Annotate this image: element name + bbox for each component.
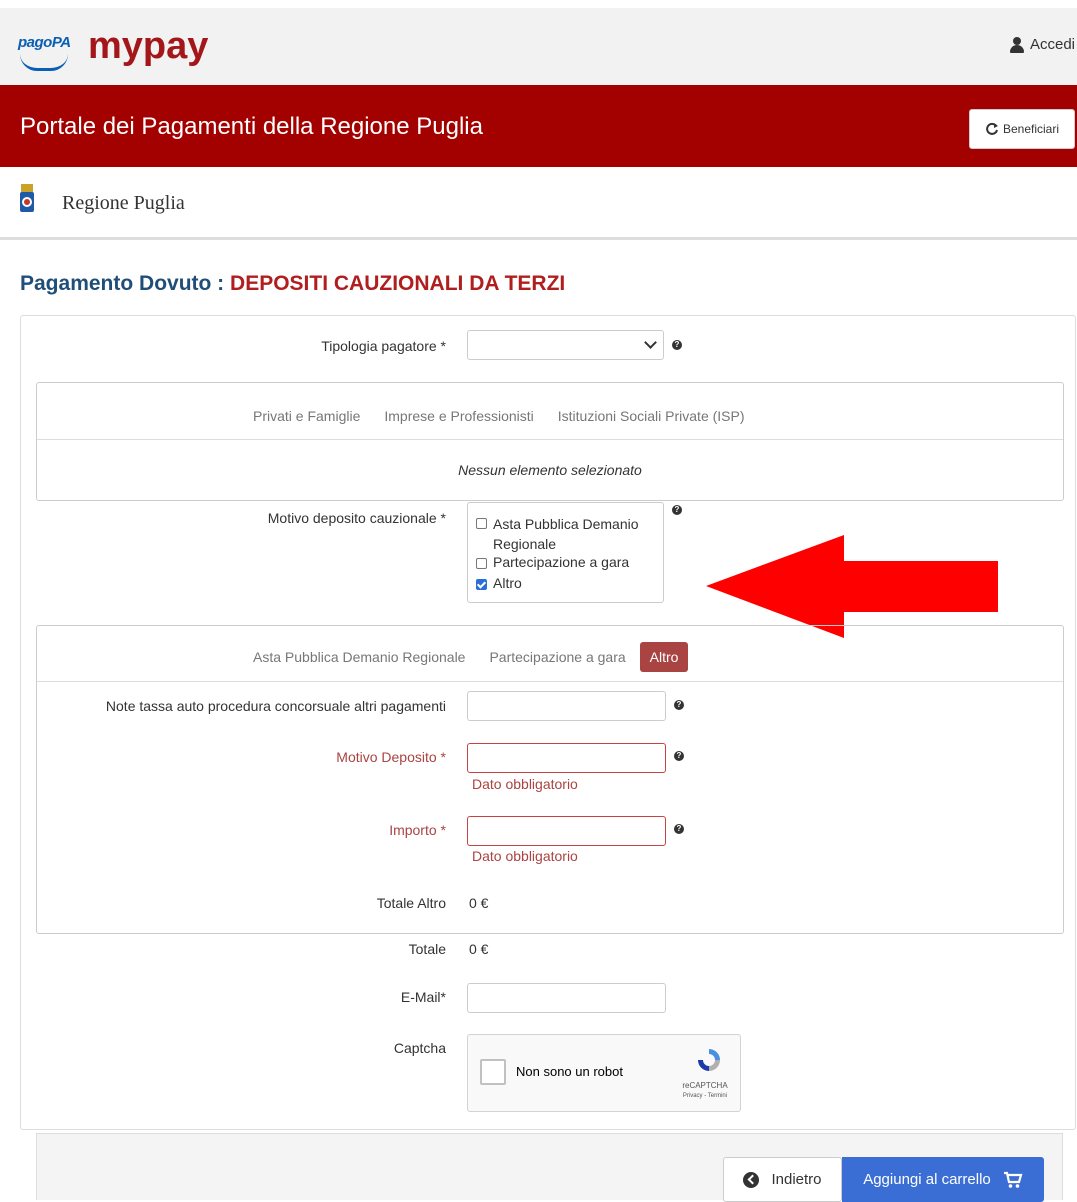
tab-asta[interactable]: Asta Pubblica Demanio Regionale: [253, 649, 465, 665]
option-label: Asta Pubblica Demanio Regionale: [493, 516, 639, 552]
tab-imprese[interactable]: Imprese e Professionisti: [384, 408, 533, 424]
tab-partecipazione[interactable]: Partecipazione a gara: [489, 649, 625, 665]
recaptcha-checkbox[interactable]: [480, 1059, 506, 1085]
tab-privati[interactable]: Privati e Famiglie: [253, 408, 360, 424]
checkbox[interactable]: [476, 518, 487, 529]
chevron-down-icon: [644, 336, 657, 349]
red-arrow-left: [706, 535, 998, 638]
help-icon[interactable]: ?: [674, 700, 684, 710]
importo-input[interactable]: [467, 816, 666, 846]
motivo-deposito-label: Motivo Deposito *: [336, 749, 446, 765]
recaptcha-text: Non sono un robot: [516, 1064, 623, 1079]
beneficiari-button[interactable]: Beneficiari: [969, 109, 1075, 149]
motivo-cauzionale-label: Motivo deposito cauzionale *: [267, 510, 446, 526]
user-icon: [1009, 36, 1025, 53]
checkbox-checked[interactable]: [476, 579, 487, 590]
help-icon[interactable]: ?: [672, 505, 682, 515]
option-altro[interactable]: Altro: [476, 575, 522, 591]
captcha-label: Captcha: [393, 1040, 446, 1056]
top-bar: pagoPA mypay Accedi: [0, 8, 1077, 85]
cart-label: Aggiungi al carrello: [863, 1171, 991, 1188]
refresh-icon: [986, 122, 998, 135]
login-label: Accedi: [1029, 36, 1075, 53]
divider: [37, 439, 1063, 440]
page-title-highlight: DEPOSITI CAUZIONALI DA TERZI: [230, 272, 566, 295]
back-button[interactable]: Indietro: [723, 1157, 842, 1202]
payer-type-tabs: Privati e Famiglie Imprese e Professioni…: [253, 408, 745, 424]
note-label: Note tassa auto procedura concorsuale al…: [105, 698, 446, 714]
option-asta[interactable]: Asta Pubblica Demanio Regionale: [476, 514, 656, 554]
portal-header: Portale dei Pagamenti della Regione Pugl…: [0, 85, 1077, 167]
no-selection-text: Nessun elemento selezionato: [458, 462, 642, 478]
back-label: Indietro: [771, 1171, 822, 1188]
pagopa-logo-swoosh: [20, 54, 68, 71]
recaptcha-links[interactable]: Privacy - Termini: [670, 1093, 740, 1099]
region-bar: Regione Puglia: [0, 167, 1077, 240]
divider: [37, 681, 1063, 682]
mypay-logo[interactable]: mypay: [88, 26, 208, 66]
email-label: E-Mail*: [400, 989, 446, 1005]
checkbox[interactable]: [476, 558, 487, 569]
form-footer: Indietro Aggiungi al carrello: [36, 1133, 1063, 1202]
beneficiari-label: Beneficiari: [1002, 122, 1060, 136]
motivo-deposito-error: Dato obbligatorio: [472, 776, 578, 792]
region-emblem-icon: [20, 184, 34, 212]
tipologia-select[interactable]: [467, 330, 664, 360]
option-label: Altro: [493, 575, 522, 591]
tab-isp[interactable]: Istituzioni Sociali Private (ISP): [558, 408, 745, 424]
pagopa-logo[interactable]: pagoPA: [18, 34, 71, 51]
note-input[interactable]: [467, 691, 666, 721]
add-to-cart-button[interactable]: Aggiungi al carrello: [842, 1157, 1044, 1202]
motivo-tabs: Asta Pubblica Demanio Regionale Partecip…: [253, 642, 689, 672]
recaptcha-brand: reCAPTCHA: [682, 1081, 728, 1090]
importo-label: Importo *: [389, 822, 446, 838]
email-input[interactable]: [467, 983, 666, 1013]
totale-altro-label: Totale Altro: [376, 895, 446, 911]
help-icon[interactable]: ?: [674, 824, 684, 834]
totale-label: Totale: [408, 941, 446, 957]
payer-type-box: [36, 382, 1064, 501]
totale-altro-value: 0 €: [469, 895, 489, 911]
page-title-prefix: Pagamento Dovuto :: [20, 272, 225, 295]
help-icon[interactable]: ?: [672, 340, 682, 350]
page-title: Pagamento Dovuto : DEPOSITI CAUZIONALI D…: [20, 272, 565, 296]
recaptcha-logo-icon: [698, 1049, 720, 1071]
chevron-circle-left-icon: [743, 1171, 760, 1188]
shopping-cart-icon: [1003, 1171, 1023, 1188]
recaptcha-widget: Non sono un robot reCAPTCHA Privacy - Te…: [467, 1034, 741, 1112]
help-icon[interactable]: ?: [674, 751, 684, 761]
motivo-deposito-input[interactable]: [467, 743, 666, 773]
option-partecipazione[interactable]: Partecipazione a gara: [476, 554, 629, 570]
region-name: Regione Puglia: [62, 192, 185, 214]
option-label: Partecipazione a gara: [493, 554, 630, 570]
tab-altro-active[interactable]: Altro: [639, 642, 689, 672]
importo-error: Dato obbligatorio: [472, 848, 578, 864]
totale-value: 0 €: [469, 941, 489, 957]
tipologia-label: Tipologia pagatore *: [321, 338, 446, 354]
portal-title: Portale dei Pagamenti della Regione Pugl…: [20, 113, 483, 140]
login-link[interactable]: Accedi: [1009, 36, 1075, 53]
